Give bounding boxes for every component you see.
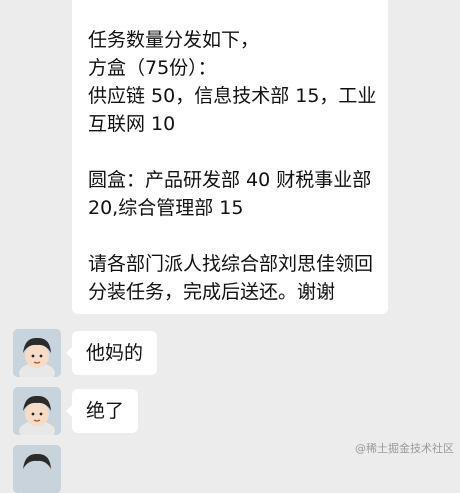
- announcement-line: 互联网 10: [88, 113, 176, 135]
- announcement-line: 20,综合管理部 15: [88, 197, 244, 219]
- watermark: @稀土掘金技术社区: [355, 442, 454, 455]
- announcement-line: 供应链 50，信息技术部 15，工业: [88, 85, 377, 107]
- announcement-line: 请各部门派人找综合部刘思佳领回: [88, 253, 374, 275]
- message-bubble: 绝了: [65, 389, 139, 433]
- announcement-line: 方盒（75份）：: [88, 57, 217, 79]
- avatar-cartoon-icon: [13, 329, 61, 377]
- avatar[interactable]: [13, 387, 61, 435]
- announcement-bubble: 任务数量分发如下， 方盒（75份）： 供应链 50，信息技术部 15，工业 互联…: [72, 0, 388, 314]
- announcement-line: 任务数量分发如下，: [88, 29, 260, 51]
- avatar-cartoon-icon: [13, 445, 61, 493]
- avatar[interactable]: [13, 445, 61, 493]
- message-text: 绝了: [86, 400, 125, 422]
- avatar-cartoon-icon: [13, 387, 61, 435]
- avatar[interactable]: [13, 329, 61, 377]
- announcement-line: 圆盒：产品研发部 40 财税事业部: [88, 169, 372, 191]
- announcement-line: 分装任务，完成后送还。谢谢: [88, 281, 336, 303]
- message-bubble: 他妈的: [65, 331, 158, 375]
- message-text: 他妈的: [86, 342, 144, 364]
